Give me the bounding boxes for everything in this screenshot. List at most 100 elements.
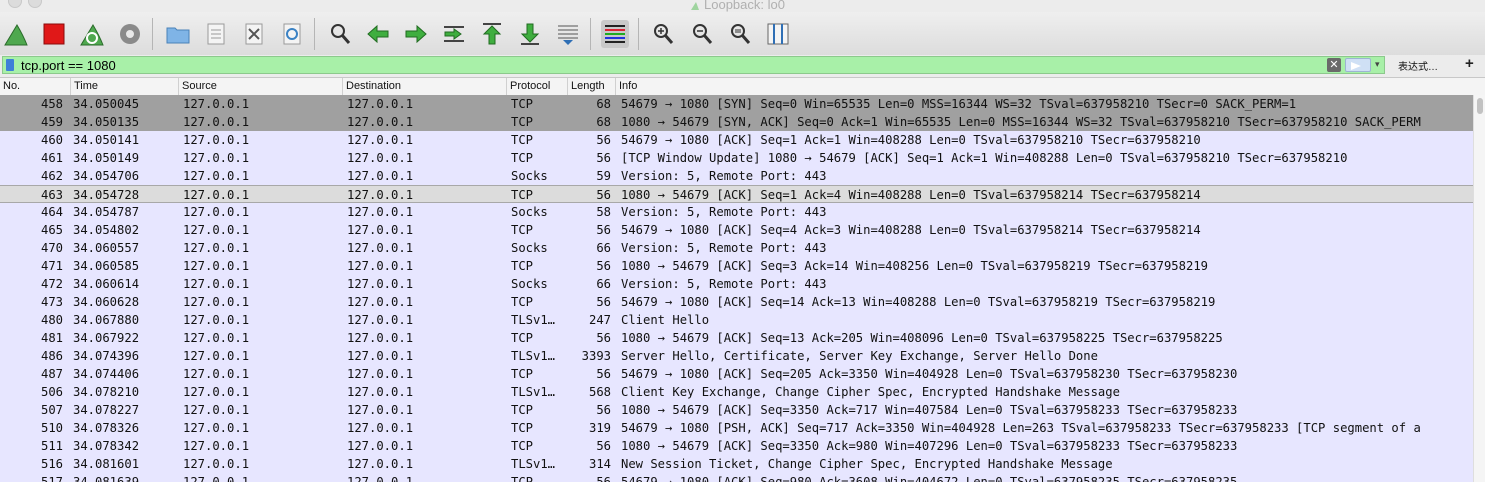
packet-row[interactable]: 471 34.060585 127.0.0.1 127.0.0.1 TCP 56 1080 … [0, 257, 1473, 275]
packet-info: Client Key Exchange, Change Cipher Spec,… [621, 385, 1120, 399]
packet-destination: 127.0.0.1 [347, 367, 414, 381]
expression-button[interactable]: 表达式… [1398, 58, 1438, 73]
packet-row[interactable]: 461 34.050149 127.0.0.1 127.0.0.1 TCP 56 [TCP … [0, 149, 1473, 167]
packet-number: 481 [40, 331, 63, 345]
resize-columns-button[interactable] [764, 20, 792, 48]
go-back-button[interactable] [364, 20, 392, 48]
reload-file-button[interactable] [278, 20, 306, 48]
colorize-button[interactable] [601, 20, 629, 48]
auto-scroll-button[interactable] [554, 20, 582, 48]
packet-row[interactable]: 506 34.078210 127.0.0.1 127.0.0.1 TLSv1… 568 C… [0, 383, 1473, 401]
packet-time: 34.074396 [73, 349, 140, 363]
packet-row[interactable]: 462 34.054706 127.0.0.1 127.0.0.1 Socks 59 Ver… [0, 167, 1473, 185]
packet-time: 34.050141 [73, 133, 140, 147]
packet-time: 34.078342 [73, 439, 140, 453]
packet-number: 511 [40, 439, 63, 453]
packet-row[interactable]: 470 34.060557 127.0.0.1 127.0.0.1 Socks 66 Ver… [0, 239, 1473, 257]
packet-source: 127.0.0.1 [183, 223, 250, 237]
packet-info: 1080 → 54679 [SYN, ACK] Seq=0 Ack=1 Win=… [621, 115, 1421, 129]
capture-options-button[interactable] [116, 20, 144, 48]
packet-row[interactable]: 460 34.050141 127.0.0.1 127.0.0.1 TCP 56 54679… [0, 131, 1473, 149]
packet-info: 54679 → 1080 [SYN] Seq=0 Win=65535 Len=0… [621, 97, 1297, 111]
zoom-in-button[interactable] [649, 20, 677, 48]
close-file-button[interactable] [240, 20, 268, 48]
packet-row[interactable]: 507 34.078227 127.0.0.1 127.0.0.1 TCP 56 1080 … [0, 401, 1473, 419]
packet-destination: 127.0.0.1 [347, 349, 414, 363]
packet-row[interactable]: 459 34.050135 127.0.0.1 127.0.0.1 TCP 68 1080 … [0, 113, 1473, 131]
column-header-source[interactable]: Source [178, 78, 342, 95]
clear-filter-icon[interactable]: ✕ [1327, 58, 1341, 72]
packet-length: 56 [596, 439, 611, 453]
packet-protocol: Socks [511, 205, 548, 219]
add-filter-button-icon[interactable]: + [1465, 55, 1474, 72]
packet-row[interactable]: 463 34.054728 127.0.0.1 127.0.0.1 TCP 56 1080 … [0, 185, 1473, 203]
zoom-out-button[interactable] [688, 20, 716, 48]
packet-time: 34.078326 [73, 421, 140, 435]
open-file-button[interactable] [164, 20, 192, 48]
packet-info: Version: 5, Remote Port: 443 [621, 277, 827, 291]
filter-history-dropdown-icon[interactable]: ▾ [1375, 59, 1380, 70]
go-to-packet-button[interactable] [440, 20, 468, 48]
packet-time: 34.054728 [73, 188, 140, 202]
normal-size-button[interactable] [726, 20, 754, 48]
packet-info: 54679 → 1080 [ACK] Seq=205 Ack=3350 Win=… [621, 367, 1238, 381]
display-filter-input[interactable]: tcp.port == 1080 ✕ ▾ [2, 56, 1385, 74]
packet-row[interactable]: 486 34.074396 127.0.0.1 127.0.0.1 TLSv1… 3393… [0, 347, 1473, 365]
start-capture-button[interactable] [2, 20, 30, 48]
save-file-button[interactable] [202, 20, 230, 48]
restart-capture-button[interactable] [78, 20, 106, 48]
column-header-destination[interactable]: Destination [342, 78, 506, 95]
go-forward-button[interactable] [402, 20, 430, 48]
packet-protocol: TCP [511, 97, 534, 111]
packet-length: 319 [588, 421, 611, 435]
packet-row[interactable]: 472 34.060614 127.0.0.1 127.0.0.1 Socks 66 Ver… [0, 275, 1473, 293]
packet-protocol: TLSv1… [511, 457, 556, 471]
packet-protocol: TCP [511, 115, 534, 129]
packet-time: 34.067880 [73, 313, 140, 327]
packet-row[interactable]: 487 34.074406 127.0.0.1 127.0.0.1 TCP 56 54679… [0, 365, 1473, 383]
column-header-length[interactable]: Length [567, 78, 615, 95]
packet-row[interactable]: 480 34.067880 127.0.0.1 127.0.0.1 TLSv1… 247 C… [0, 311, 1473, 329]
packet-row[interactable]: 458 34.050045 127.0.0.1 127.0.0.1 TCP 68 54679… [0, 95, 1473, 113]
packet-number: 517 [40, 475, 63, 482]
column-header-no[interactable]: No. [0, 78, 70, 95]
colorize-icon [605, 25, 625, 43]
column-header-info[interactable]: Info [615, 78, 1485, 95]
find-packet-button[interactable] [326, 20, 354, 48]
column-header-protocol[interactable]: Protocol [506, 78, 567, 95]
go-first-packet-button[interactable] [478, 20, 506, 48]
packet-row[interactable]: 517 34.081639 127.0.0.1 127.0.0.1 TCP 56 54679… [0, 473, 1473, 482]
packet-row[interactable]: 481 34.067922 127.0.0.1 127.0.0.1 TCP 56 1080 … [0, 329, 1473, 347]
stop-capture-button[interactable] [40, 20, 68, 48]
packet-number: 487 [40, 367, 63, 381]
packet-length: 56 [596, 367, 611, 381]
packet-number: 473 [40, 295, 63, 309]
packet-row[interactable]: 510 34.078326 127.0.0.1 127.0.0.1 TCP 319 5467… [0, 419, 1473, 437]
packet-row[interactable]: 516 34.081601 127.0.0.1 127.0.0.1 TLSv1… 314 N… [0, 455, 1473, 473]
wireshark-fin-icon [691, 1, 699, 10]
packet-row[interactable]: 511 34.078342 127.0.0.1 127.0.0.1 TCP 56 1080 … [0, 437, 1473, 455]
packet-time: 34.081601 [73, 457, 140, 471]
packet-protocol: TCP [511, 151, 534, 165]
filter-bookmark-icon[interactable] [6, 59, 14, 71]
go-last-packet-icon [520, 23, 540, 45]
packet-protocol: TCP [511, 439, 534, 453]
go-last-packet-button[interactable] [516, 20, 544, 48]
packet-time: 34.060614 [73, 277, 140, 291]
packet-list-scrollbar[interactable] [1473, 95, 1485, 482]
apply-filter-icon[interactable] [1345, 58, 1371, 72]
packet-row[interactable]: 473 34.060628 127.0.0.1 127.0.0.1 TCP 56 54679… [0, 293, 1473, 311]
packet-list: 458 34.050045 127.0.0.1 127.0.0.1 TCP 68 54679… [0, 95, 1473, 482]
packet-protocol: Socks [511, 241, 548, 255]
packet-number: 471 [40, 259, 63, 273]
packet-row[interactable]: 464 34.054787 127.0.0.1 127.0.0.1 Socks 58 Ver… [0, 203, 1473, 221]
packet-destination: 127.0.0.1 [347, 331, 414, 345]
window-minimize-button[interactable] [28, 0, 42, 8]
find-packet-icon [331, 24, 351, 44]
packet-row[interactable]: 465 34.054802 127.0.0.1 127.0.0.1 TCP 56 54679… [0, 221, 1473, 239]
column-header-time[interactable]: Time [70, 78, 178, 95]
packet-source: 127.0.0.1 [183, 188, 250, 202]
window-close-button[interactable] [8, 0, 22, 8]
save-file-icon [207, 23, 225, 45]
scrollbar-thumb[interactable] [1477, 98, 1483, 114]
